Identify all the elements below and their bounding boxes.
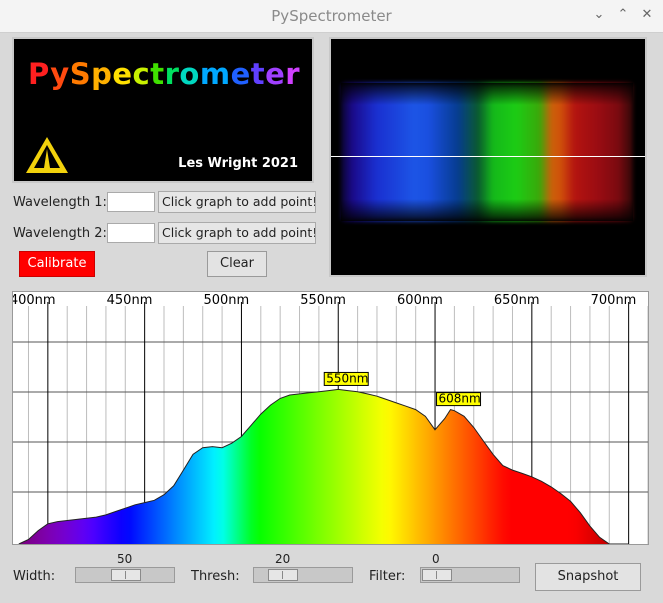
x-tick-label: 700nm xyxy=(591,293,637,308)
logo-letter: e xyxy=(265,57,286,91)
wavelength1-hint: Click graph to add point! xyxy=(158,191,316,213)
x-tick-label: 600nm xyxy=(397,293,443,308)
scan-line xyxy=(331,156,645,157)
logo-title: PySpectrometer xyxy=(28,57,300,91)
warning-triangle-icon xyxy=(26,137,68,173)
logo-letter: m xyxy=(199,57,231,91)
thresh-slider[interactable] xyxy=(253,567,353,583)
main-content: PySpectrometer Les Wright 2021 Wavelengt… xyxy=(0,33,663,603)
wavelength2-label: Wavelength 2: xyxy=(13,226,107,241)
window-title: PySpectrometer xyxy=(271,7,392,25)
title-bar: PySpectrometer ⌄ ⌃ ✕ xyxy=(0,0,663,33)
logo-letter: o xyxy=(179,57,200,91)
width-slider[interactable] xyxy=(75,567,175,583)
logo-credit: Les Wright 2021 xyxy=(178,156,298,171)
maximize-icon[interactable]: ⌃ xyxy=(614,6,632,24)
wavelength1-label: Wavelength 1: xyxy=(13,195,107,210)
close-icon[interactable]: ✕ xyxy=(638,6,656,24)
filter-slider-thumb[interactable] xyxy=(422,569,452,581)
thresh-value: 20 xyxy=(275,552,291,566)
spectrum-chart[interactable]: 400nm 450nm 500nm 550nm 600nm 650nm 700nm 550nm… xyxy=(13,292,648,544)
spectrum-graph[interactable]: 400nm 450nm 500nm 550nm 600nm 650nm 700nm 550nm… xyxy=(12,291,649,545)
width-slider-thumb[interactable] xyxy=(111,569,141,581)
x-tick-label: 550nm xyxy=(300,293,346,308)
x-tick-label: 650nm xyxy=(494,293,540,308)
logo-letter: r xyxy=(164,57,180,91)
filter-value: 0 xyxy=(432,552,440,566)
x-tick-label: 500nm xyxy=(203,293,249,308)
thresh-slider-thumb[interactable] xyxy=(268,569,298,581)
width-value: 50 xyxy=(117,552,133,566)
logo-letter: e xyxy=(112,57,133,91)
snapshot-button[interactable]: Snapshot xyxy=(535,563,641,591)
wavelength1-field[interactable] xyxy=(107,192,155,212)
filter-slider[interactable] xyxy=(420,567,520,583)
x-tick-label: 400nm xyxy=(13,293,56,308)
logo-letter: t xyxy=(150,57,165,91)
peak-label: 550nm xyxy=(326,371,368,385)
logo-letter: p xyxy=(91,57,113,91)
filter-label: Filter: xyxy=(369,569,406,584)
width-label: Width: xyxy=(13,569,56,584)
spectrum-area xyxy=(18,389,629,544)
logo-letter: P xyxy=(28,57,51,91)
x-tick-label: 450nm xyxy=(107,293,153,308)
logo-letter: y xyxy=(50,57,70,91)
logo-letter: e xyxy=(230,57,251,91)
minimize-icon[interactable]: ⌄ xyxy=(590,6,608,24)
thresh-label: Thresh: xyxy=(191,569,240,584)
peak-label: 608nm xyxy=(439,392,481,406)
logo-panel: PySpectrometer Les Wright 2021 xyxy=(12,37,314,183)
logo-letter: t xyxy=(250,57,266,91)
wavelength2-hint: Click graph to add point! xyxy=(158,222,316,244)
calibrate-button[interactable]: Calibrate xyxy=(19,251,95,277)
logo-letter: c xyxy=(132,57,151,91)
logo-letter: r xyxy=(285,57,301,91)
wavelength2-field[interactable] xyxy=(107,223,155,243)
camera-preview xyxy=(329,37,647,277)
logo-letter: S xyxy=(69,57,92,91)
clear-button[interactable]: Clear xyxy=(207,251,267,277)
